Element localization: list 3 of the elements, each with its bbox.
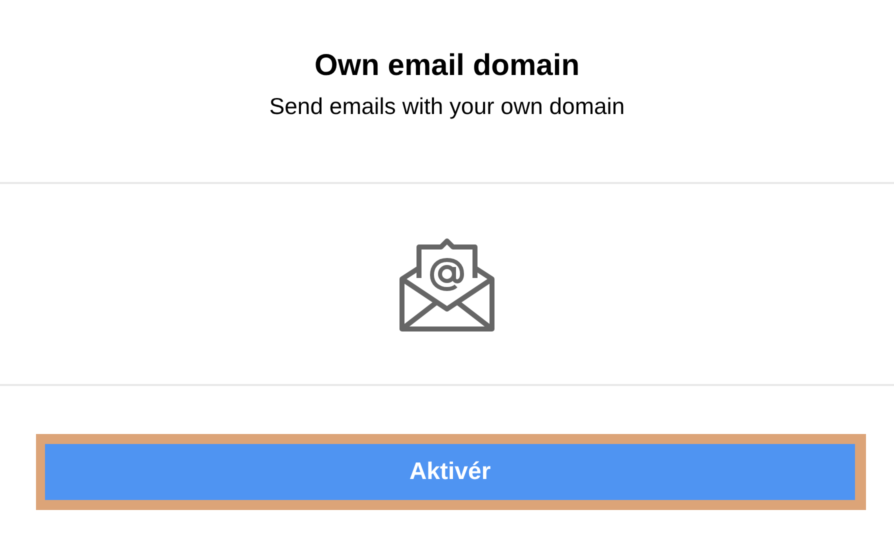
activate-button[interactable]: Aktivér — [36, 434, 866, 510]
title: Own email domain — [314, 48, 580, 84]
subtitle: Send emails with your own domain — [269, 92, 625, 120]
